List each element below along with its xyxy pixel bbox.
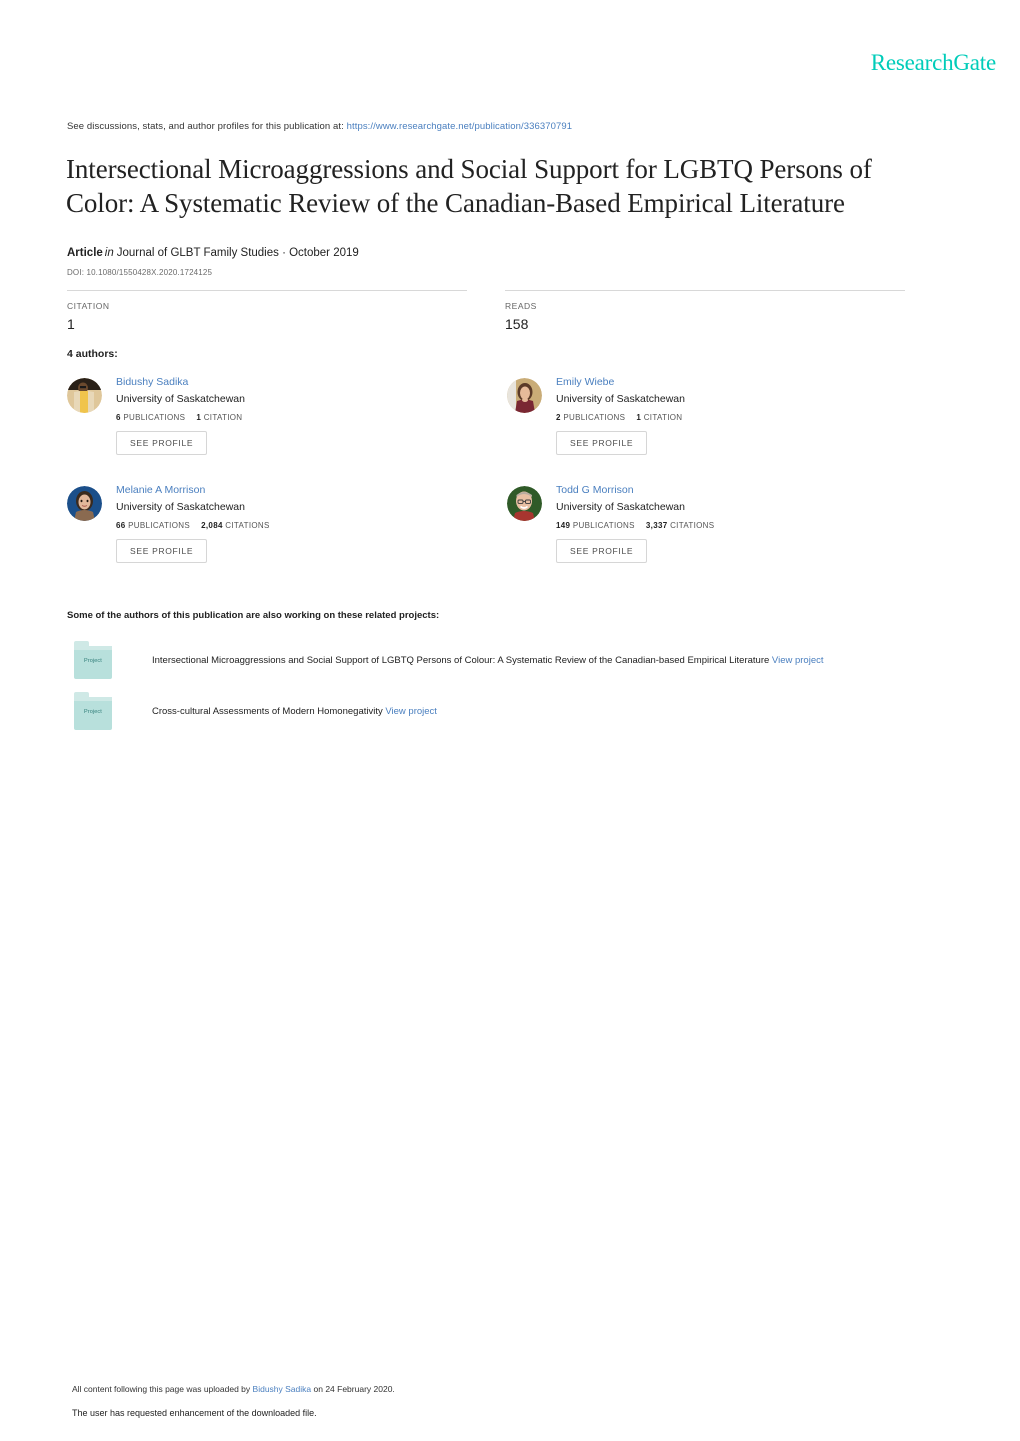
- related-projects-heading: Some of the authors of this publication …: [67, 610, 440, 621]
- stat-block-reads: READS 158: [505, 290, 905, 332]
- author-citations-count: 1: [196, 413, 202, 422]
- project-folder-icon: Project: [74, 692, 112, 730]
- author-stats: 6 PUBLICATIONS 1 CITATION: [116, 413, 487, 422]
- upload-note-suffix: on 24 February 2020.: [313, 1384, 395, 1394]
- project-row: Project Cross-cultural Assessments of Mo…: [67, 692, 947, 734]
- author-name-link[interactable]: Bidushy Sadika: [116, 375, 487, 389]
- author-card: Bidushy Sadika University of Saskatchewa…: [67, 375, 487, 455]
- author-publications-count: 149: [556, 521, 571, 530]
- author-body: Todd G Morrison University of Saskatchew…: [556, 483, 927, 563]
- author-citations-count: 1: [636, 413, 642, 422]
- author-citations-label: CITATION: [643, 413, 683, 422]
- avatar[interactable]: [507, 378, 542, 413]
- author-name-link[interactable]: Emily Wiebe: [556, 375, 927, 389]
- project-row: Project Intersectional Microaggressions …: [67, 641, 947, 683]
- author-card: Todd G Morrison University of Saskatchew…: [507, 483, 927, 563]
- view-project-link[interactable]: View project: [772, 655, 824, 666]
- author-stats: 2 PUBLICATIONS 1 CITATION: [556, 413, 927, 422]
- stat-block-citation: CITATION 1: [67, 290, 467, 332]
- see-profile-button[interactable]: SEE PROFILE: [556, 539, 648, 563]
- stat-value-citation: 1: [67, 316, 75, 332]
- authors-heading: 4 authors:: [67, 348, 118, 360]
- see-profile-button[interactable]: SEE PROFILE: [116, 431, 208, 455]
- author-affiliation: University of Saskatchewan: [116, 393, 245, 405]
- discussions-prefix: See discussions, stats, and author profi…: [67, 121, 344, 132]
- author-body: Emily Wiebe University of Saskatchewan 2…: [556, 375, 927, 455]
- page-title: Intersectional Microaggressions and Soci…: [66, 154, 872, 218]
- author-citations-count: 3,337: [645, 521, 668, 530]
- author-publications-count: 66: [116, 521, 126, 530]
- project-title: Cross-cultural Assessments of Modern Hom…: [152, 706, 383, 717]
- article-doi: DOI: 10.1080/1550428X.2020.1724125: [67, 268, 213, 277]
- stat-value-reads: 158: [505, 316, 529, 332]
- researchgate-cover-page: ResearchGate See discussions, stats, and…: [0, 0, 1020, 1441]
- author-stats: 149 PUBLICATIONS 3,337 CITATIONS: [556, 521, 927, 530]
- author-citations-label: CITATION: [203, 413, 243, 422]
- author-publications-label: PUBLICATIONS: [123, 413, 186, 422]
- see-profile-button[interactable]: SEE PROFILE: [116, 539, 208, 563]
- author-publications-label: PUBLICATIONS: [572, 521, 635, 530]
- discussions-line: See discussions, stats, and author profi…: [67, 121, 572, 132]
- article-venue: Journal of GLBT Family Studies · October…: [116, 247, 359, 259]
- publication-url-link[interactable]: https://www.researchgate.net/publication…: [347, 121, 573, 132]
- author-affiliation: University of Saskatchewan: [116, 501, 245, 513]
- author-publications-count: 2: [556, 413, 561, 422]
- avatar[interactable]: [507, 486, 542, 521]
- see-profile-button[interactable]: SEE PROFILE: [556, 431, 648, 455]
- upload-note-prefix: All content following this page was uplo…: [72, 1384, 251, 1394]
- author-body: Bidushy Sadika University of Saskatchewa…: [116, 375, 487, 455]
- author-name-link[interactable]: Todd G Morrison: [556, 483, 927, 497]
- project-folder-icon: Project: [74, 641, 112, 679]
- author-card: Melanie A Morrison University of Saskatc…: [67, 483, 487, 563]
- article-in-word: in: [104, 247, 114, 259]
- avatar[interactable]: [67, 378, 102, 413]
- stat-divider: [67, 290, 467, 291]
- author-citations-label: CITATIONS: [225, 521, 270, 530]
- project-title: Intersectional Microaggressions and Soci…: [152, 655, 770, 666]
- article-meta: Article in Journal of GLBT Family Studies …: [67, 247, 359, 259]
- author-publications-label: PUBLICATIONS: [563, 413, 626, 422]
- view-project-link[interactable]: View project: [385, 706, 437, 717]
- researchgate-logo[interactable]: ResearchGate: [870, 50, 997, 76]
- project-icon-label: Project: [84, 709, 102, 715]
- stat-label-reads: READS: [505, 301, 537, 311]
- author-affiliation: University of Saskatchewan: [556, 501, 685, 513]
- project-icon-label: Project: [84, 658, 102, 664]
- author-publications-label: PUBLICATIONS: [128, 521, 191, 530]
- avatar[interactable]: [67, 486, 102, 521]
- author-card: Emily Wiebe University of Saskatchewan 2…: [507, 375, 927, 455]
- author-stats: 66 PUBLICATIONS 2,084 CITATIONS: [116, 521, 487, 530]
- project-text: Cross-cultural Assessments of Modern Hom…: [152, 705, 437, 719]
- researchgate-logo-text: ResearchGate: [870, 50, 997, 75]
- stat-label-citation: CITATION: [67, 301, 110, 311]
- enhancement-note: The user has requested enhancement of th…: [72, 1408, 317, 1418]
- project-text: Intersectional Microaggressions and Soci…: [152, 654, 824, 668]
- upload-note: All content following this page was uplo…: [72, 1384, 395, 1394]
- author-body: Melanie A Morrison University of Saskatc…: [116, 483, 487, 563]
- stat-divider: [505, 290, 905, 291]
- uploader-link[interactable]: Bidushy Sadika: [253, 1384, 312, 1394]
- author-affiliation: University of Saskatchewan: [556, 393, 685, 405]
- article-type-label: Article: [67, 247, 103, 259]
- author-publications-count: 6: [116, 413, 121, 422]
- author-name-link[interactable]: Melanie A Morrison: [116, 483, 487, 497]
- author-citations-count: 2,084: [201, 521, 223, 530]
- author-citations-label: CITATIONS: [670, 521, 715, 530]
